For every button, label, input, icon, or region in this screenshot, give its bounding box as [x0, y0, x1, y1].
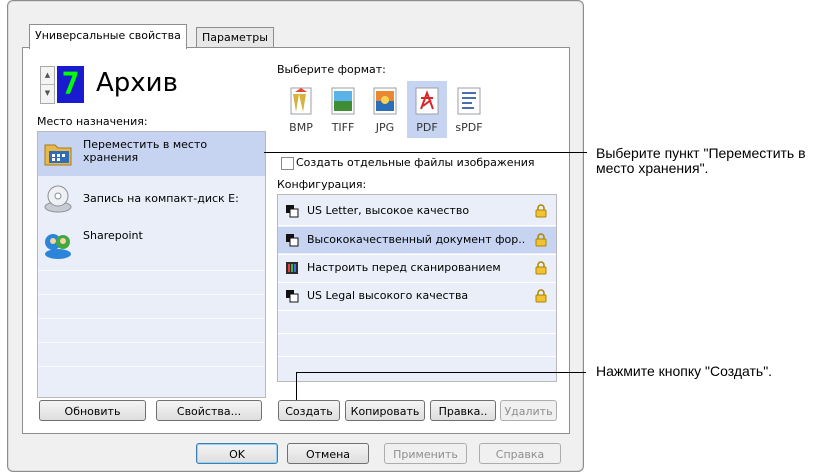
- ok-button[interactable]: OK: [196, 443, 278, 464]
- properties-button[interactable]: Свойства...: [156, 400, 262, 421]
- tiff-icon: [331, 87, 355, 115]
- profile-title: Архив: [96, 68, 178, 98]
- jpg-icon: [373, 87, 397, 115]
- config-item-label: Настроить перед сканированием: [307, 261, 501, 274]
- list-divider: [278, 333, 556, 334]
- edit-button[interactable]: Правка..: [430, 400, 496, 421]
- destination-item-storage[interactable]: Переместить в место хранения: [38, 132, 265, 176]
- format-label: Выберите формат:: [277, 63, 386, 76]
- list-divider: [38, 342, 265, 343]
- callout-move: Выберите пункт "Переместить в место хран…: [596, 145, 806, 176]
- callout-create: Нажмите кнопку "Создать".: [596, 363, 773, 379]
- profile-number: 7: [57, 66, 84, 103]
- destination-item-label: Переместить в место хранения: [83, 138, 208, 164]
- delete-button[interactable]: Удалить: [500, 400, 557, 421]
- scan-icon: [286, 290, 299, 303]
- list-divider: [38, 294, 265, 295]
- list-divider: [278, 356, 556, 357]
- configure-icon: [286, 262, 298, 274]
- create-button[interactable]: Создать: [278, 400, 340, 421]
- list-divider: [38, 366, 265, 367]
- destination-item-label: Запись на компакт-диск E:: [83, 192, 239, 205]
- apply-button[interactable]: Применить: [384, 443, 467, 464]
- config-item[interactable]: US Letter, высокое качество: [278, 198, 556, 224]
- format-item-label: TIFF: [331, 121, 355, 134]
- destination-label: Место назначения:: [37, 115, 148, 128]
- scan-icon: [286, 205, 299, 218]
- callout-line-create-drop: [296, 372, 297, 400]
- tab-universal-properties[interactable]: Универсальные свойства: [29, 24, 187, 49]
- format-item-label: sPDF: [455, 121, 483, 134]
- list-divider: [278, 310, 556, 311]
- help-button[interactable]: Справка: [479, 443, 561, 464]
- separate-files-checkbox[interactable]: [281, 157, 294, 170]
- list-divider: [278, 225, 556, 226]
- folder-storage-icon: [44, 144, 72, 166]
- lock-icon: [535, 204, 547, 218]
- bmp-icon: [290, 87, 312, 115]
- refresh-button[interactable]: Обновить: [39, 400, 146, 421]
- separate-files-label: Создать отдельные файлы изображения: [296, 156, 535, 169]
- config-list[interactable]: US Letter, высокое качество Высококачест…: [277, 194, 557, 382]
- list-divider: [38, 270, 265, 271]
- format-item-label: PDF: [416, 121, 438, 134]
- config-item[interactable]: US Legal высокого качества: [278, 283, 556, 309]
- spdf-icon: [457, 87, 481, 115]
- format-tiff[interactable]: TIFF: [323, 81, 363, 138]
- profile-spinner[interactable]: ▲ ▼: [40, 66, 55, 104]
- copy-button[interactable]: Копировать: [345, 400, 425, 421]
- callout-line-create: [296, 372, 586, 373]
- config-item-label: Высококачественный документ фор...: [307, 233, 525, 246]
- destination-list[interactable]: Переместить в место хранения Запись на к…: [37, 131, 266, 398]
- pdf-icon: [415, 87, 439, 115]
- format-bmp[interactable]: BMP: [281, 81, 321, 138]
- list-divider: [38, 318, 265, 319]
- spinner-up-icon[interactable]: ▲: [41, 67, 54, 85]
- cd-burn-icon: [44, 185, 72, 213]
- spinner-down-icon[interactable]: ▼: [41, 85, 54, 102]
- scan-icon: [286, 234, 299, 247]
- destination-item-label: Sharepoint: [83, 229, 143, 242]
- lock-icon: [535, 233, 547, 247]
- destination-item-sharepoint[interactable]: Sharepoint: [38, 224, 265, 268]
- config-item[interactable]: Настроить перед сканированием: [278, 255, 556, 281]
- cancel-button[interactable]: Отмена: [287, 443, 369, 464]
- format-pdf[interactable]: PDF: [407, 81, 447, 138]
- callout-line-move: [264, 152, 587, 153]
- sharepoint-icon: [45, 234, 71, 259]
- format-item-label: BMP: [289, 121, 313, 134]
- destination-item-cd[interactable]: Запись на компакт-диск E:: [38, 178, 265, 222]
- lock-icon: [535, 261, 547, 275]
- format-item-label: JPG: [375, 121, 395, 134]
- config-label: Конфигурация:: [277, 178, 367, 191]
- lock-icon: [535, 289, 547, 303]
- config-item-label: US Letter, высокое качество: [307, 204, 470, 217]
- format-jpg[interactable]: JPG: [365, 81, 405, 138]
- config-item[interactable]: Высококачественный документ фор...: [278, 227, 556, 253]
- format-spdf[interactable]: sPDF: [449, 81, 489, 138]
- tab-parameters[interactable]: Параметры: [196, 27, 274, 48]
- config-item-label: US Legal высокого качества: [307, 289, 469, 302]
